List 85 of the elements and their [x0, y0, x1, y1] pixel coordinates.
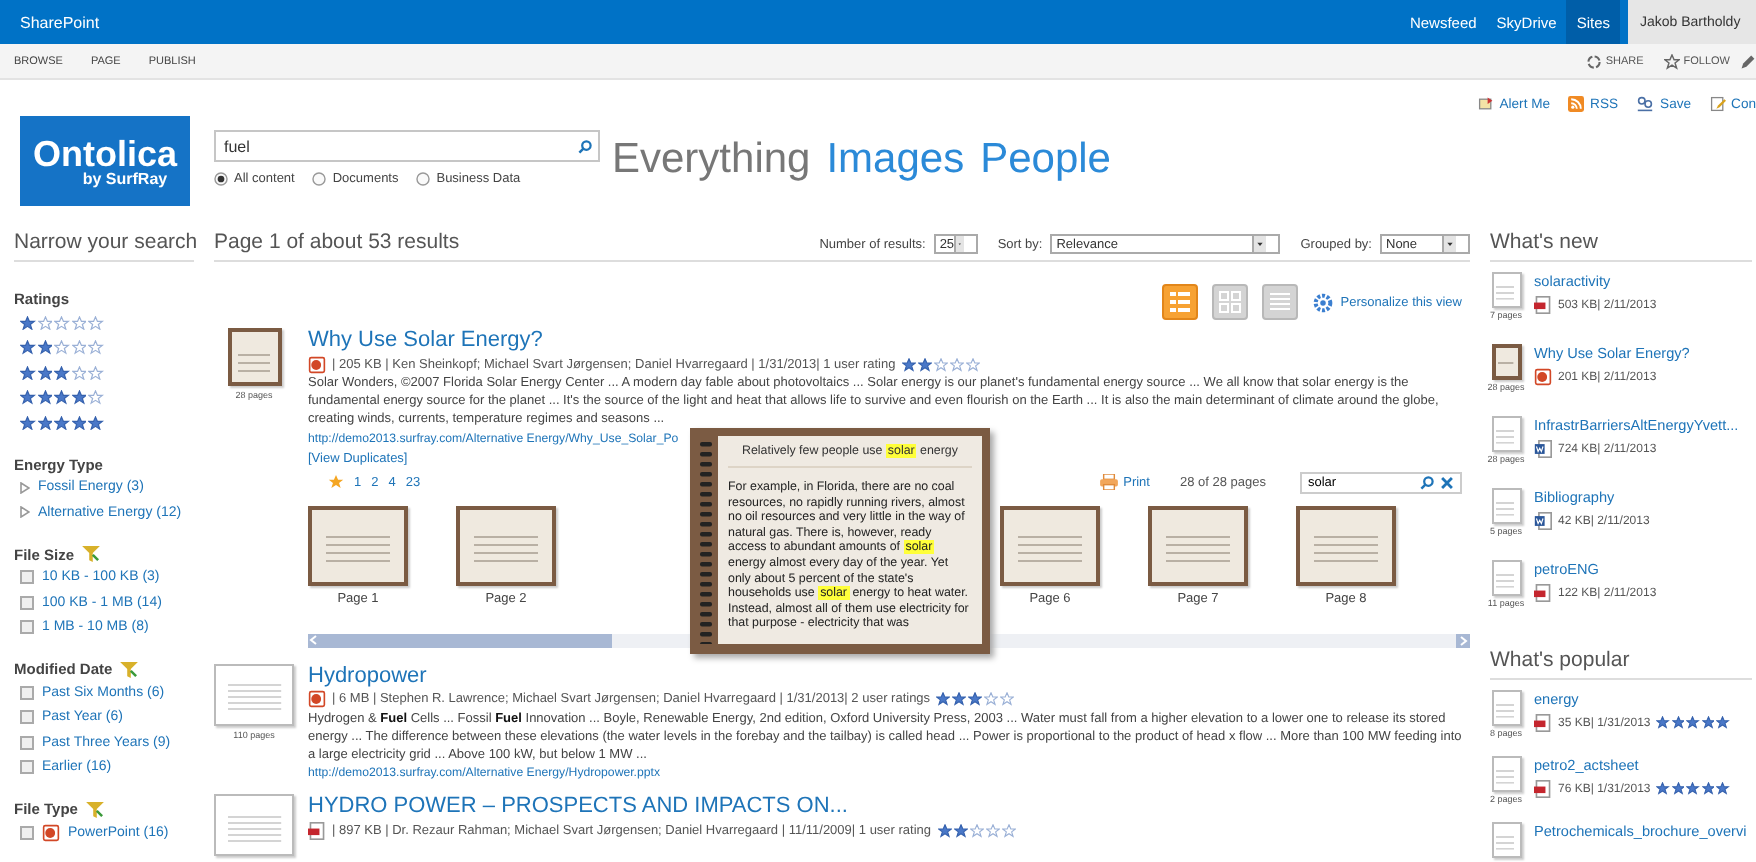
- rating-filter[interactable]: [20, 415, 103, 430]
- checkbox[interactable]: [20, 825, 34, 840]
- checkbox[interactable]: [20, 595, 34, 610]
- view-button[interactable]: [1162, 284, 1199, 320]
- file-type-icon: [1534, 780, 1552, 798]
- radio-button[interactable]: [214, 172, 228, 186]
- file-type-icon: [42, 823, 60, 842]
- funnel-icon: [85, 801, 104, 817]
- printer-icon: [1099, 474, 1118, 491]
- file-type-icon: [1534, 714, 1552, 732]
- share-icon: [1585, 53, 1602, 69]
- document-thumbnail[interactable]: [1491, 416, 1521, 452]
- search-field[interactable]: fuel: [214, 130, 600, 162]
- people-icon: [1636, 96, 1655, 112]
- checkbox[interactable]: [20, 710, 34, 725]
- checkbox[interactable]: [20, 685, 34, 700]
- rss-icon: [1568, 96, 1585, 112]
- view-button[interactable]: [1212, 284, 1249, 320]
- file-type-icon: [1534, 368, 1552, 386]
- caret-icon: [954, 236, 964, 252]
- star-icon: [1663, 53, 1680, 69]
- rating-filter[interactable]: [20, 390, 103, 405]
- page-thumbnail[interactable]: [456, 505, 556, 586]
- panel-heading: Narrow your search: [14, 216, 194, 262]
- search-vertical-tab[interactable]: Everything: [612, 136, 811, 216]
- search-vertical-tab[interactable]: People: [980, 136, 1111, 216]
- result-title[interactable]: Hydropower: [308, 663, 1470, 690]
- star-icon[interactable]: [328, 474, 344, 491]
- search-vertical-tab[interactable]: Images: [826, 136, 965, 216]
- page-thumbnail[interactable]: [1296, 505, 1396, 586]
- caret-icon: [1442, 236, 1456, 252]
- slide-thumbnail[interactable]: [214, 794, 294, 857]
- result-title[interactable]: Why Use Solar Energy?: [308, 328, 1470, 354]
- checkbox[interactable]: [20, 760, 34, 775]
- file-type-icon: [1534, 584, 1552, 602]
- file-type-icon: [308, 821, 326, 840]
- list-view-icon: [1168, 290, 1193, 314]
- file-type-icon: [1534, 440, 1552, 458]
- document-thumbnail[interactable]: [1491, 690, 1521, 726]
- close-icon[interactable]: [1440, 475, 1454, 490]
- scrollbar-thumb[interactable]: [308, 633, 612, 648]
- page-thumbnail[interactable]: [1000, 505, 1100, 586]
- document-thumbnail[interactable]: [1491, 344, 1521, 380]
- page-thumbnail[interactable]: [308, 505, 408, 586]
- funnel-icon: [82, 546, 101, 562]
- grid-view-icon: [1218, 290, 1243, 314]
- results-summary: Page 1 of about 53 results: [214, 228, 462, 258]
- file-type-icon: [1534, 296, 1552, 314]
- logo: Ontolica by SurfRay: [20, 116, 190, 206]
- radio-button[interactable]: [416, 172, 431, 186]
- result-title[interactable]: HYDRO POWER – PROSPECTS AND IMPACTS ON...: [308, 794, 1470, 821]
- slide-thumbnail[interactable]: [214, 663, 294, 726]
- search-icon[interactable]: [1420, 475, 1434, 490]
- edit-icon: [1709, 96, 1726, 112]
- rows-view-icon: [1268, 290, 1293, 314]
- rating-filter[interactable]: [20, 340, 103, 355]
- checkbox[interactable]: [20, 620, 34, 635]
- slide-thumbnail[interactable]: [227, 328, 281, 386]
- app-title: SharePoint: [18, 13, 102, 31]
- radio-button[interactable]: [312, 172, 327, 186]
- section-heading: What's popular: [1490, 634, 1752, 680]
- document-thumbnail[interactable]: [1491, 272, 1521, 308]
- funnel-icon: [120, 661, 139, 677]
- section-heading: What's new: [1490, 216, 1752, 262]
- bell-icon: [1477, 96, 1494, 112]
- checkbox[interactable]: [20, 735, 34, 750]
- search-icon[interactable]: [578, 139, 592, 153]
- right-arrow-icon[interactable]: [1456, 633, 1470, 648]
- page-thumbnail[interactable]: [1148, 505, 1248, 586]
- file-type-icon: [308, 355, 326, 373]
- pencil-icon[interactable]: [1740, 53, 1756, 69]
- document-thumbnail[interactable]: [1491, 560, 1521, 596]
- document-thumbnail[interactable]: [1491, 488, 1521, 524]
- checkbox[interactable]: [20, 570, 34, 585]
- view-button[interactable]: [1262, 284, 1299, 320]
- rating-filter[interactable]: [20, 365, 103, 380]
- caret-icon: [1252, 236, 1267, 252]
- rating-filter[interactable]: [20, 315, 103, 330]
- gear-icon: [1312, 291, 1335, 313]
- document-thumbnail[interactable]: [1491, 756, 1521, 792]
- expand-icon[interactable]: [20, 506, 30, 519]
- file-type-icon: [308, 690, 326, 709]
- document-thumbnail[interactable]: [1491, 822, 1521, 858]
- file-type-icon: [1534, 512, 1552, 530]
- expand-icon[interactable]: [20, 481, 30, 494]
